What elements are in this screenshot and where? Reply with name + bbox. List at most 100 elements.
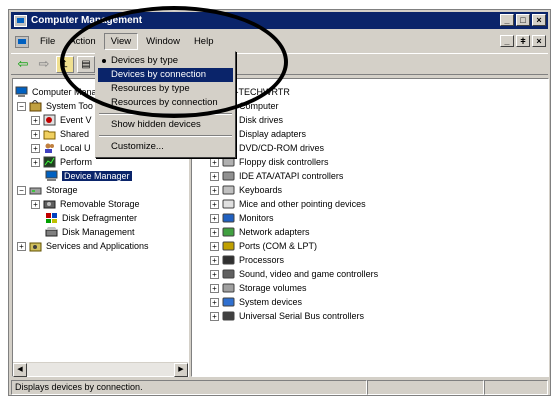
window-title: Computer Management (31, 15, 143, 26)
status-panel-2 (367, 380, 484, 395)
child-close-button[interactable]: × (532, 35, 546, 47)
device-category-label: Computer (239, 101, 279, 111)
collapse-toggle[interactable]: − (17, 101, 26, 111)
device-category[interactable]: + Keyboards (210, 183, 282, 197)
expand-toggle[interactable]: + (210, 213, 219, 223)
menu-separator (99, 135, 232, 137)
tree-label: Device Manager (62, 171, 132, 181)
usb-icon (222, 310, 235, 322)
tree-item-performance[interactable]: + Perform (31, 155, 92, 169)
tree-root[interactable]: Computer Mana (15, 85, 97, 99)
mouse-icon (222, 198, 235, 210)
tree-label: Local U (60, 143, 91, 153)
minimize-button[interactable]: _ (500, 14, 514, 26)
device-category[interactable]: + Storage volumes (210, 281, 307, 295)
expand-toggle[interactable]: + (210, 157, 219, 167)
tree-item-disk-defragmenter[interactable]: Disk Defragmenter (45, 211, 137, 225)
expand-toggle[interactable]: + (31, 157, 40, 167)
forward-arrow-icon[interactable]: ⇨ (35, 56, 53, 73)
expand-toggle[interactable]: + (31, 143, 40, 153)
expand-toggle[interactable]: + (31, 115, 40, 125)
tree-item-shared-folders[interactable]: + Shared (31, 127, 89, 141)
expand-toggle[interactable]: + (31, 129, 40, 139)
expand-toggle[interactable]: + (210, 227, 219, 237)
device-category[interactable]: + Processors (210, 253, 284, 267)
tree-item-services[interactable]: + Services and Applications (17, 239, 149, 253)
device-category[interactable]: + System devices (210, 295, 302, 309)
view-menu-devices-by-connection[interactable]: Devices by connection (98, 68, 233, 82)
expand-toggle[interactable]: + (210, 297, 219, 307)
tree-item-removable-storage[interactable]: + Removable Storage (31, 197, 140, 211)
performance-icon (43, 156, 56, 168)
tree-item-local-users[interactable]: + Local U (31, 141, 91, 155)
view-menu-resources-by-type[interactable]: Resources by type (98, 82, 233, 96)
view-menu-show-hidden-devices[interactable]: Show hidden devices (98, 118, 233, 132)
sound-icon (222, 268, 235, 280)
tree-item-device-manager[interactable]: Device Manager (45, 169, 132, 183)
scroll-track[interactable] (27, 363, 174, 376)
menu-help[interactable]: Help (188, 34, 220, 49)
show-hide-tree-icon[interactable]: ▤ (77, 55, 95, 73)
console-icon[interactable] (15, 35, 29, 48)
view-menu-resources-by-connection[interactable]: Resources by connection (98, 96, 233, 110)
computer-management-window: Computer Management _ □ × File Action Vi… (8, 9, 551, 396)
view-menu-customize[interactable]: Customize... (98, 140, 233, 154)
defragmenter-icon (45, 212, 58, 224)
tree-item-event-viewer[interactable]: + Event V (31, 113, 92, 127)
menu-label: Resources by type (111, 83, 190, 94)
menu-view[interactable]: View (103, 33, 139, 50)
computer-icon (15, 86, 28, 98)
ide-controller-icon (222, 170, 235, 182)
toolbar: ⇦ ⇨ ⮤ ▤ (11, 53, 548, 75)
tree-label: Disk Defragmenter (62, 213, 138, 223)
tree-item-system-tools[interactable]: − System Too (17, 99, 93, 113)
back-arrow-icon[interactable]: ⇦ (14, 56, 32, 73)
device-category-label: Processors (239, 255, 285, 265)
device-category[interactable]: + IDE ATA/ATAPI controllers (210, 169, 343, 183)
device-category[interactable]: + Mice and other pointing devices (210, 197, 366, 211)
menu-action[interactable]: Action (63, 34, 101, 49)
expand-toggle[interactable]: + (210, 255, 219, 265)
menu-window[interactable]: Window (140, 34, 186, 49)
expand-toggle[interactable]: + (210, 171, 219, 181)
expand-toggle[interactable]: + (210, 241, 219, 251)
maximize-button[interactable]: □ (516, 14, 530, 26)
menu-label: Show hidden devices (111, 119, 201, 130)
event-viewer-icon (43, 114, 56, 126)
expand-toggle[interactable]: + (210, 269, 219, 279)
tree-item-storage[interactable]: − Storage (17, 183, 78, 197)
up-folder-icon[interactable]: ⮤ (56, 55, 74, 73)
device-category[interactable]: + Network adapters (210, 225, 310, 239)
menu-file[interactable]: File (34, 34, 61, 49)
expand-toggle[interactable]: + (17, 241, 26, 251)
child-restore-button[interactable]: ǂ (516, 35, 530, 47)
scroll-left-arrow-icon[interactable]: ◀ (13, 363, 27, 377)
expand-toggle[interactable]: + (210, 199, 219, 209)
tree-label: Perform (60, 157, 93, 167)
title-bar[interactable]: Computer Management _ □ × (11, 12, 548, 29)
device-category[interactable]: + Monitors (210, 211, 274, 225)
device-category-label: Display adapters (239, 129, 307, 139)
device-category[interactable]: + Ports (COM & LPT) (210, 239, 317, 253)
device-manager-icon (45, 170, 58, 182)
expand-toggle[interactable]: + (210, 283, 219, 293)
child-minimize-button[interactable]: _ (500, 35, 514, 47)
storage-volume-icon (222, 282, 235, 294)
view-menu-dropdown: Devices by type Devices by connection Re… (95, 51, 236, 158)
expand-toggle[interactable]: + (210, 185, 219, 195)
services-icon (29, 240, 42, 252)
close-button[interactable]: × (532, 14, 546, 26)
expand-toggle[interactable]: + (31, 199, 40, 209)
device-tree-pane[interactable]: GMA-TECHWRTR +Computer+Disk drives+Displ… (191, 78, 549, 377)
device-category[interactable]: + Universal Serial Bus controllers (210, 309, 364, 323)
tree-item-disk-management[interactable]: Disk Management (45, 225, 135, 239)
device-category-label: Sound, video and game controllers (239, 269, 379, 279)
scroll-right-arrow-icon[interactable]: ▶ (174, 363, 188, 377)
network-adapter-icon (222, 226, 235, 238)
collapse-toggle[interactable]: − (17, 185, 26, 195)
expand-toggle[interactable]: + (210, 311, 219, 321)
view-menu-devices-by-type[interactable]: Devices by type (98, 54, 233, 68)
device-category[interactable]: + Sound, video and game controllers (210, 267, 378, 281)
tree-label: Services and Applications (46, 241, 149, 251)
horizontal-scrollbar[interactable]: ◀ ▶ (13, 362, 188, 377)
